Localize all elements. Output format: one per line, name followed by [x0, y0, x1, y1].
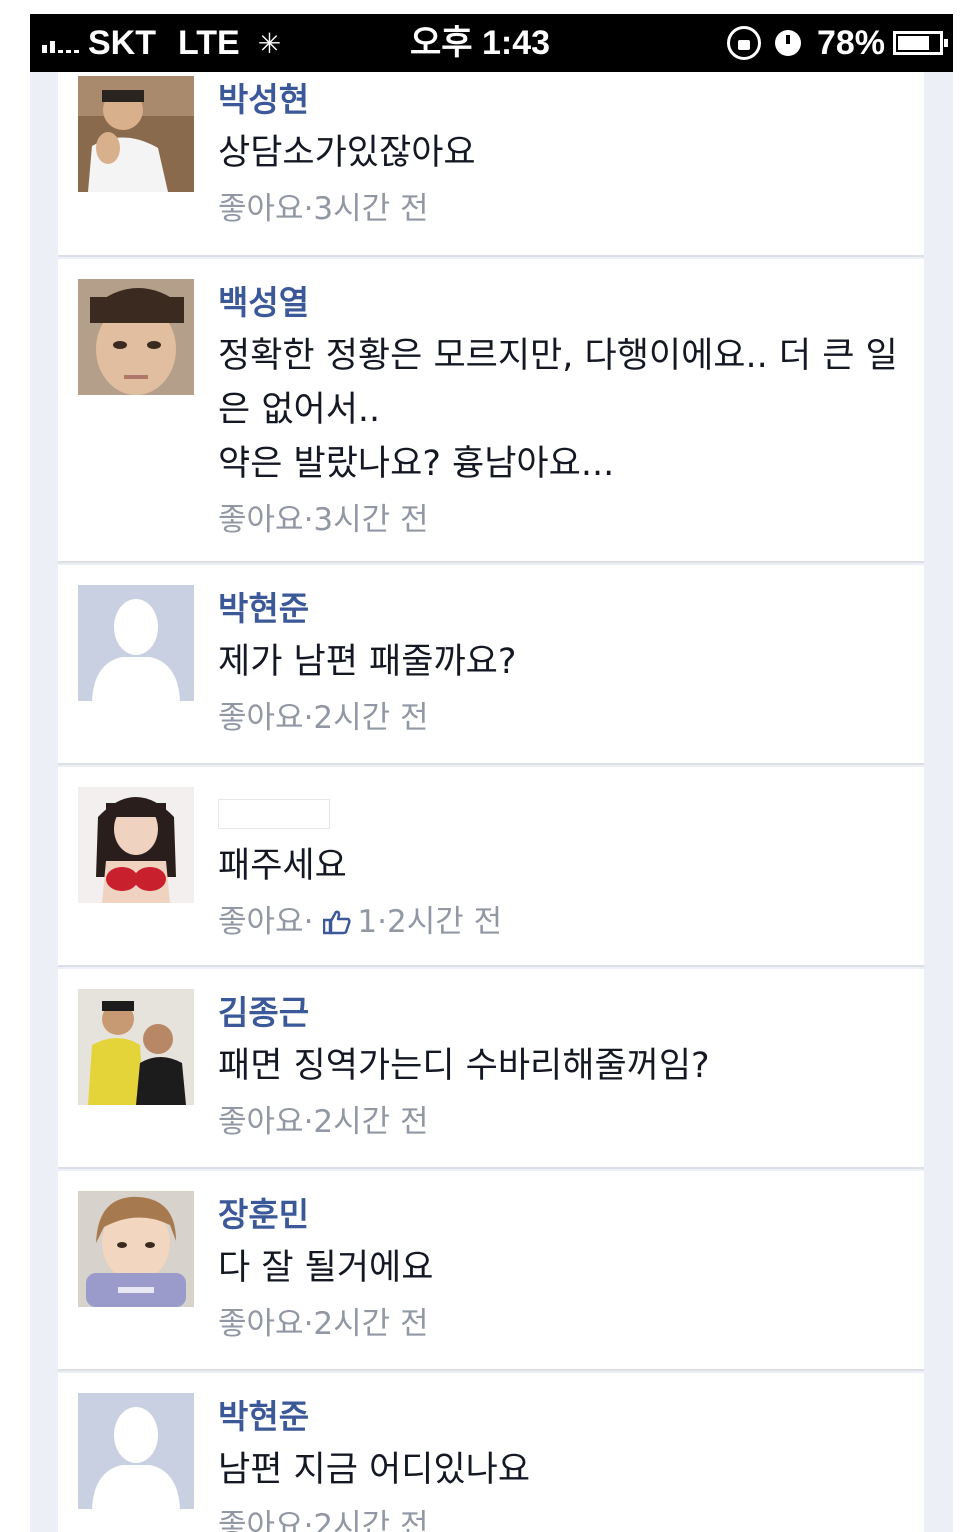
- meta-separator: ·: [303, 1306, 314, 1342]
- comment-item: 김종근 패면 징역가는디 수바리해줄꺼임? 좋아요 · 2시간 전: [58, 969, 924, 1169]
- avatar[interactable]: [78, 279, 194, 395]
- comment-text: 제가 남편 패줄까요?: [218, 642, 517, 682]
- meta-separator: ·: [303, 502, 314, 538]
- comment-time: 2시간 전: [313, 700, 429, 736]
- comment-item: 박성현 상담소가있잖아요 좋아요 · 3시간 전: [58, 72, 924, 257]
- avatar[interactable]: [78, 787, 194, 903]
- meta-separator: ·: [303, 1508, 314, 1532]
- meta-separator: ·: [303, 1104, 314, 1140]
- comment-meta: 좋아요 · 2시간 전: [218, 689, 908, 747]
- like-link[interactable]: 좋아요: [218, 893, 304, 951]
- comment-text: 패주세요: [218, 846, 347, 886]
- comment-item: 백성열 정확한 정황은 모르지만, 다행이에요.. 더 큰 일은 없어서.. 약…: [58, 259, 924, 563]
- meta-separator: ·: [303, 904, 314, 940]
- comment-text: 패면 징역가는디 수바리해줄꺼임?: [218, 1046, 710, 1086]
- comment-author[interactable]: 백성열: [218, 277, 908, 329]
- comment-item: 장훈민 다 잘 될거에요 좋아요 · 2시간 전: [58, 1171, 924, 1371]
- clock-icon: [774, 30, 801, 56]
- status-right: 78%: [726, 22, 948, 64]
- signal-strength-icon: [42, 33, 82, 53]
- comment-time: 3시간 전: [313, 502, 429, 538]
- comment-text: 정확한 정황은 모르지만, 다행이에요.. 더 큰 일은 없어서.. 약은 발랐…: [218, 336, 898, 484]
- status-time: 오후 1:43: [410, 24, 551, 62]
- comment-body: 박현준 남편 지금 어디있나요 좋아요 · 2시간 전: [218, 1391, 908, 1532]
- avatar[interactable]: [78, 989, 194, 1105]
- orientation-lock-icon: [726, 26, 761, 60]
- comment-time: 2시간 전: [313, 1104, 429, 1140]
- comment-item: 패주세요 좋아요 · 1 · 2시간 전: [58, 767, 924, 967]
- comment-author-redacted: [218, 799, 330, 829]
- battery-percent: 78%: [816, 23, 885, 62]
- comment-meta: 좋아요 · 2시간 전: [218, 1497, 908, 1532]
- avatar[interactable]: [78, 585, 194, 701]
- carrier-name: SKT: [88, 23, 156, 62]
- comment-text: 상담소가있잖아요: [218, 133, 476, 173]
- comment-body: 김종근 패면 징역가는디 수바리해줄꺼임? 좋아요 · 2시간 전: [218, 987, 908, 1151]
- thumbs-up-icon: [323, 910, 351, 935]
- comment-body: 백성열 정확한 정황은 모르지만, 다행이에요.. 더 큰 일은 없어서.. 약…: [218, 277, 908, 549]
- comment-meta: 좋아요 · 3시간 전: [218, 491, 908, 549]
- comment-author[interactable]: 박성현: [218, 74, 908, 126]
- battery-icon: [893, 31, 948, 55]
- avatar[interactable]: [78, 76, 194, 192]
- meta-separator: ·: [303, 700, 314, 736]
- meta-separator: ·: [377, 904, 388, 940]
- comment-time: 2시간 전: [313, 1306, 429, 1342]
- comment-author[interactable]: 박현준: [218, 583, 908, 635]
- comment-author[interactable]: 장훈민: [218, 1189, 908, 1241]
- avatar[interactable]: [78, 1393, 194, 1509]
- phone-screen: SKT LTE ✳ 오후 1:43 78% 박성현 상담소가있잖아요 좋아요 ·…: [30, 14, 953, 1532]
- status-left: SKT LTE ✳: [42, 22, 281, 64]
- comment-text: 남편 지금 어디있나요: [218, 1450, 531, 1490]
- comment-author[interactable]: 박현준: [218, 1391, 908, 1443]
- like-link[interactable]: 좋아요: [218, 491, 304, 549]
- like-link[interactable]: 좋아요: [218, 1497, 304, 1532]
- comment-time: 2시간 전: [387, 904, 503, 940]
- like-link[interactable]: 좋아요: [218, 1093, 304, 1151]
- comment-time: 2시간 전: [313, 1508, 429, 1532]
- like-link[interactable]: 좋아요: [218, 689, 304, 747]
- comment-meta: 좋아요 · 2시간 전: [218, 1295, 908, 1353]
- comment-body: 박현준 제가 남편 패줄까요? 좋아요 · 2시간 전: [218, 583, 908, 747]
- like-count: 1: [357, 904, 378, 940]
- comment-meta: 좋아요 · 3시간 전: [218, 180, 908, 238]
- comment-text: 다 잘 될거에요: [218, 1248, 434, 1288]
- comment-time: 3시간 전: [313, 191, 429, 227]
- comment-item: 박현준 남편 지금 어디있나요 좋아요 · 2시간 전: [58, 1373, 924, 1532]
- spinner-icon: ✳: [257, 27, 282, 59]
- comment-body: 패주세요 좋아요 · 1 · 2시간 전: [218, 785, 908, 951]
- comment-item: 박현준 제가 남편 패줄까요? 좋아요 · 2시간 전: [58, 565, 924, 765]
- comment-meta: 좋아요 · 2시간 전: [218, 1093, 908, 1151]
- like-link[interactable]: 좋아요: [218, 180, 304, 238]
- meta-separator: ·: [303, 191, 314, 227]
- comment-author[interactable]: 김종근: [218, 987, 908, 1039]
- avatar[interactable]: [78, 1191, 194, 1307]
- network-type: LTE: [178, 23, 240, 62]
- comment-meta: 좋아요 · 1 · 2시간 전: [218, 893, 908, 951]
- like-link[interactable]: 좋아요: [218, 1295, 304, 1353]
- comment-body: 장훈민 다 잘 될거에요 좋아요 · 2시간 전: [218, 1189, 908, 1353]
- status-bar: SKT LTE ✳ 오후 1:43 78%: [30, 14, 953, 72]
- comment-body: 박성현 상담소가있잖아요 좋아요 · 3시간 전: [218, 74, 908, 238]
